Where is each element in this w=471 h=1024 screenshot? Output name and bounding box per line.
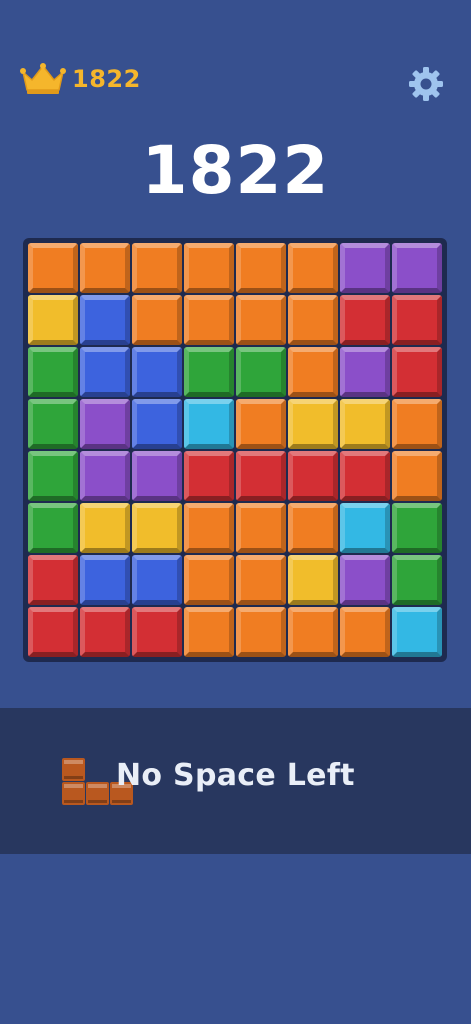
- board-cell[interactable]: [79, 450, 131, 502]
- board-cell[interactable]: [339, 502, 391, 554]
- board-cell[interactable]: [131, 606, 183, 658]
- board-cell[interactable]: [183, 294, 235, 346]
- piece-block-shadow: [64, 800, 83, 803]
- board-cell[interactable]: [183, 242, 235, 294]
- board-cell[interactable]: [131, 346, 183, 398]
- board-cell[interactable]: [391, 554, 443, 606]
- board-cell[interactable]: [131, 242, 183, 294]
- board-cell[interactable]: [79, 346, 131, 398]
- board-cell[interactable]: [79, 398, 131, 450]
- board-cell[interactable]: [391, 502, 443, 554]
- game-board[interactable]: [23, 238, 447, 662]
- piece-block-shadow: [112, 800, 131, 803]
- board-cell[interactable]: [131, 502, 183, 554]
- board-cell[interactable]: [235, 242, 287, 294]
- board-cell[interactable]: [339, 450, 391, 502]
- piece-block-shadow: [64, 776, 83, 779]
- board-cell[interactable]: [27, 502, 79, 554]
- board-cell[interactable]: [339, 242, 391, 294]
- gear-icon[interactable]: [406, 64, 446, 104]
- board-cell[interactable]: [391, 242, 443, 294]
- best-score-display: 1822: [20, 62, 141, 96]
- board-cell[interactable]: [339, 606, 391, 658]
- board-cell[interactable]: [287, 398, 339, 450]
- piece-block-highlight: [64, 784, 83, 788]
- best-score-value: 1822: [72, 65, 141, 93]
- board-cell[interactable]: [339, 346, 391, 398]
- board-cell[interactable]: [27, 606, 79, 658]
- board-cell[interactable]: [287, 502, 339, 554]
- board-cell[interactable]: [27, 450, 79, 502]
- no-space-message: No Space Left: [116, 758, 355, 793]
- board-cell[interactable]: [183, 554, 235, 606]
- board-cell[interactable]: [235, 398, 287, 450]
- board-cell[interactable]: [183, 502, 235, 554]
- board-cell[interactable]: [27, 346, 79, 398]
- board-cell[interactable]: [183, 398, 235, 450]
- board-cell[interactable]: [183, 450, 235, 502]
- current-score: 1822: [141, 132, 330, 209]
- board-cell[interactable]: [287, 242, 339, 294]
- board-cell[interactable]: [79, 606, 131, 658]
- piece-block-shadow: [88, 800, 107, 803]
- board-cell[interactable]: [339, 398, 391, 450]
- crown-icon: [20, 63, 66, 94]
- board-cell[interactable]: [27, 242, 79, 294]
- board-cell[interactable]: [183, 606, 235, 658]
- board-cell[interactable]: [339, 294, 391, 346]
- board-cell[interactable]: [339, 554, 391, 606]
- piece-block-highlight: [64, 760, 83, 764]
- board-cell[interactable]: [79, 294, 131, 346]
- board-cell[interactable]: [131, 450, 183, 502]
- board-cell[interactable]: [235, 606, 287, 658]
- board-cell[interactable]: [391, 450, 443, 502]
- board-cell[interactable]: [287, 450, 339, 502]
- board-cell[interactable]: [131, 294, 183, 346]
- board-cell[interactable]: [235, 346, 287, 398]
- board-cell[interactable]: [27, 398, 79, 450]
- board-cell[interactable]: [183, 346, 235, 398]
- board-cell[interactable]: [27, 554, 79, 606]
- board-cell[interactable]: [287, 294, 339, 346]
- board-cell[interactable]: [235, 554, 287, 606]
- board-cell[interactable]: [287, 346, 339, 398]
- board-cell[interactable]: [131, 398, 183, 450]
- board-cell[interactable]: [287, 606, 339, 658]
- board-cell[interactable]: [79, 242, 131, 294]
- board-cell[interactable]: [391, 398, 443, 450]
- board-cell[interactable]: [235, 294, 287, 346]
- board-cell[interactable]: [235, 502, 287, 554]
- board-cell[interactable]: [79, 554, 131, 606]
- board-cell[interactable]: [235, 450, 287, 502]
- piece-block-highlight: [88, 784, 107, 788]
- board-cell[interactable]: [391, 294, 443, 346]
- board-cell[interactable]: [391, 606, 443, 658]
- board-cell[interactable]: [79, 502, 131, 554]
- board-cell[interactable]: [27, 294, 79, 346]
- board-cell[interactable]: [287, 554, 339, 606]
- board-cell[interactable]: [131, 554, 183, 606]
- board-cell[interactable]: [391, 346, 443, 398]
